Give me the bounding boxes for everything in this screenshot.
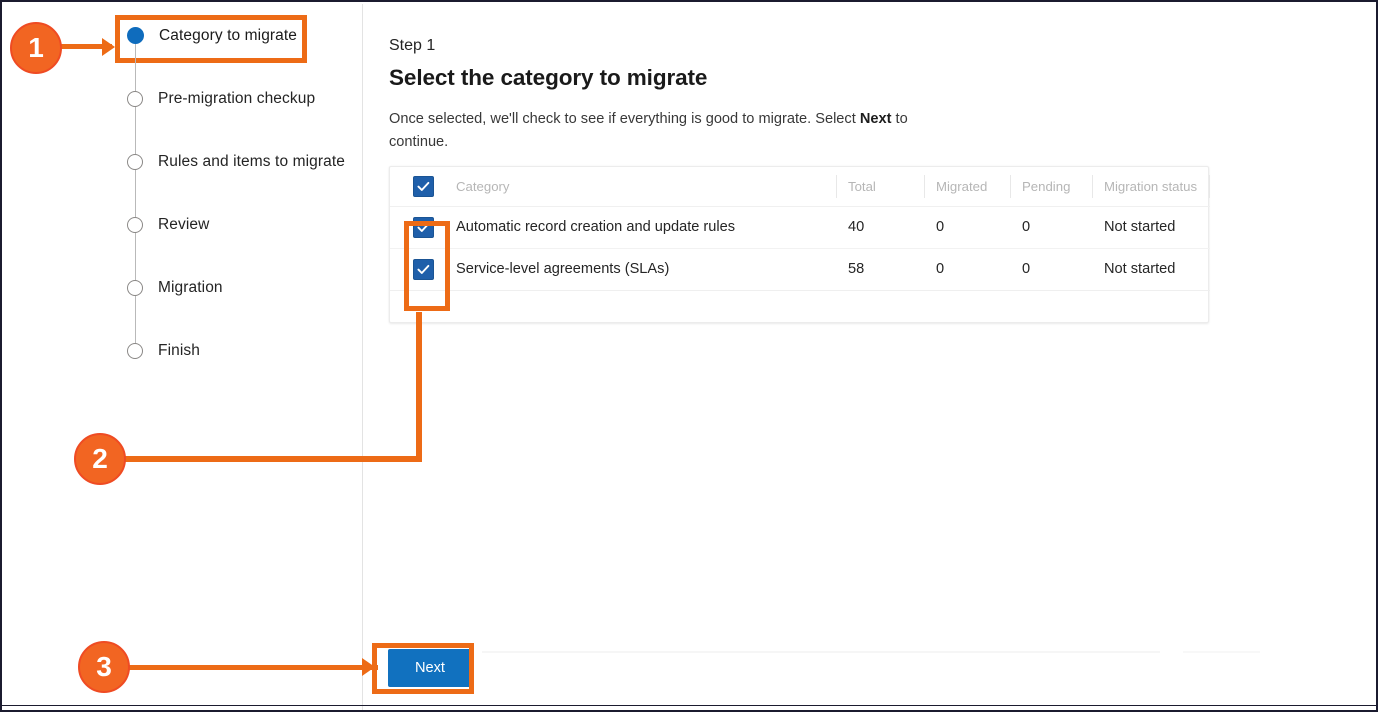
step-eyebrow: Step 1 — [389, 37, 436, 54]
cell-category: Service-level agreements (SLAs) — [456, 248, 836, 291]
select-all-checkbox-wrapper[interactable] — [390, 175, 456, 197]
row-checkbox-cell[interactable] — [390, 206, 456, 249]
category-table: Category Total Migrated Pending Migratio… — [390, 167, 1210, 291]
footer-divider-secondary — [1183, 651, 1260, 653]
table-header-row: Category Total Migrated Pending Migratio… — [390, 167, 1210, 207]
cell-pending: 0 — [1010, 206, 1092, 249]
table-header: Category Total Migrated Pending Migratio… — [390, 167, 1210, 207]
cell-total: 40 — [836, 206, 924, 249]
sidebar-item-category-to-migrate[interactable]: Category to migrate — [105, 4, 362, 67]
column-header-migration-status[interactable]: Migration status — [1092, 167, 1210, 207]
check-icon — [416, 264, 429, 274]
callout-badge-1: 1 — [10, 22, 62, 74]
step-bullet-filled-icon — [127, 27, 144, 44]
step-bullet-empty-icon — [127, 153, 143, 170]
step-label: Finish — [158, 341, 200, 359]
table-row[interactable]: Automatic record creation and update rul… — [390, 206, 1210, 249]
row-checkbox-wrapper[interactable] — [390, 258, 456, 280]
page-description: Once selected, we'll check to see if eve… — [389, 108, 934, 154]
check-icon — [416, 222, 429, 232]
step-label: Rules and items to migrate — [158, 152, 345, 170]
cell-pending: 0 — [1010, 248, 1092, 291]
select-all-checkbox[interactable] — [412, 175, 434, 197]
sidebar-item-rules-and-items-to-migrate[interactable]: Rules and items to migrate — [105, 130, 362, 193]
step-bullet-empty-icon — [127, 279, 143, 296]
check-icon — [416, 181, 429, 191]
step-label: Review — [158, 215, 210, 233]
column-header-total[interactable]: Total — [836, 167, 924, 207]
cell-migration-status: Not started — [1092, 248, 1210, 291]
bottom-border — [2, 705, 1376, 706]
description-emphasis: Next — [859, 111, 892, 127]
column-header-category[interactable]: Category — [456, 167, 836, 207]
cell-category: Automatic record creation and update rul… — [456, 206, 836, 249]
main-content-panel: Step 1 Select the category to migrate On… — [363, 4, 1374, 708]
migration-wizard-screenshot: Category to migrate Pre-migration checku… — [0, 0, 1378, 712]
step-label: Migration — [158, 278, 223, 296]
step-label: Pre-migration checkup — [158, 89, 316, 107]
wizard-step-rail: Category to migrate Pre-migration checku… — [105, 4, 363, 710]
step-bullet-empty-icon — [127, 90, 143, 107]
page-title: Select the category to migrate — [389, 65, 708, 90]
row-checkbox[interactable] — [412, 216, 434, 238]
table-body: Automatic record creation and update rul… — [390, 206, 1210, 291]
next-button[interactable]: Next — [388, 649, 472, 687]
column-header-pending[interactable]: Pending — [1010, 167, 1092, 207]
sidebar-item-pre-migration-checkup[interactable]: Pre-migration checkup — [105, 67, 362, 130]
sidebar-item-review[interactable]: Review — [105, 193, 362, 256]
select-all-header-cell — [390, 167, 456, 207]
cell-migration-status: Not started — [1092, 206, 1210, 249]
row-checkbox[interactable] — [412, 258, 434, 280]
description-part-1: Once selected, we'll check to see if eve… — [389, 111, 860, 127]
footer-divider — [482, 651, 1160, 653]
column-header-migrated[interactable]: Migrated — [924, 167, 1010, 207]
sidebar-item-migration[interactable]: Migration — [105, 256, 362, 319]
cell-migrated: 0 — [924, 206, 1010, 249]
row-checkbox-wrapper[interactable] — [390, 216, 456, 238]
sidebar-item-finish[interactable]: Finish — [105, 319, 362, 382]
cell-total: 58 — [836, 248, 924, 291]
row-checkbox-cell[interactable] — [390, 248, 456, 291]
category-table-card: Category Total Migrated Pending Migratio… — [389, 166, 1210, 323]
step-bullet-empty-icon — [127, 216, 143, 233]
step-bullet-empty-icon — [127, 342, 143, 359]
table-row[interactable]: Service-level agreements (SLAs) 58 0 0 N… — [390, 248, 1210, 291]
step-label: Category to migrate — [159, 26, 298, 44]
cell-migrated: 0 — [924, 248, 1010, 291]
callout-1-arrow-line — [57, 44, 112, 49]
